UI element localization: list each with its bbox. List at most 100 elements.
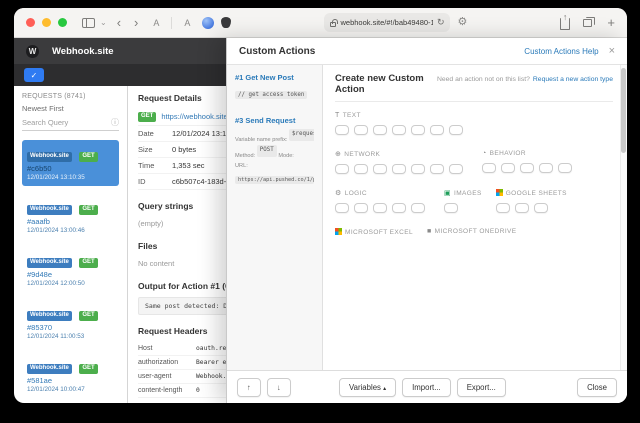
action-type-button[interactable] <box>444 203 458 213</box>
section-buttons <box>482 157 577 178</box>
search-row: ⓘ <box>22 117 119 131</box>
action-type-button[interactable] <box>558 163 572 173</box>
action-type-button[interactable] <box>411 125 425 135</box>
action-type-button[interactable] <box>514 203 529 213</box>
action-type-button[interactable] <box>411 164 425 174</box>
action-url-label: URL: <box>235 162 248 169</box>
app-badge: Webhook.site <box>27 152 72 162</box>
action-type-button[interactable] <box>449 164 463 174</box>
lock-icon <box>330 18 339 27</box>
scrollbar-thumb[interactable] <box>621 68 626 153</box>
method-badge: GET <box>79 152 98 162</box>
detail-value: 0 bytes <box>172 144 197 154</box>
action-type-button[interactable] <box>392 203 406 213</box>
close-window-button[interactable] <box>26 18 35 27</box>
action-type-button[interactable] <box>539 163 553 173</box>
action-type-button[interactable] <box>392 164 406 174</box>
action-type-button[interactable] <box>354 164 368 174</box>
modal-footer: ↑ ↓ Variables ▴ Import... Export... Clos… <box>227 370 627 403</box>
close-button[interactable]: Close <box>577 377 617 397</box>
detail-key: Date <box>138 128 154 138</box>
create-action-header: Create new Custom Action Need an action … <box>335 73 613 102</box>
text-size-large-icon[interactable]: A <box>179 18 195 28</box>
action-type-button[interactable] <box>495 203 510 213</box>
request-id-link[interactable]: #581ae <box>27 376 114 385</box>
info-icon[interactable]: ⓘ <box>111 117 119 128</box>
action-name-link[interactable]: #3 Send Request <box>235 116 314 125</box>
section-label: ◔ BEHAVIOR <box>482 150 526 157</box>
new-tab-icon[interactable]: + <box>607 16 615 29</box>
reload-icon[interactable]: ↻ <box>437 17 445 28</box>
action-section: ◔ BEHAVIOR <box>482 150 577 178</box>
action-type-button[interactable] <box>335 164 349 174</box>
action-type-button[interactable] <box>520 163 534 173</box>
address-bar[interactable]: webhook.site/#!/bab49480-1a9d-4120-88b5-… <box>324 13 451 32</box>
text-size-small-icon[interactable]: A <box>148 18 164 28</box>
verified-check-button[interactable]: ✓ <box>24 68 44 82</box>
request-action-hint: Need an action not on this list? <box>436 76 530 83</box>
action-type-button[interactable] <box>501 163 515 173</box>
request-url-link[interactable]: https://webhook.site/b <box>161 112 234 121</box>
section-label: ■MICROSOFT EXCEL <box>335 228 413 236</box>
search-input[interactable] <box>22 118 102 127</box>
action-type-button[interactable] <box>354 125 368 135</box>
header-key: authorization <box>138 358 179 366</box>
action-type-button[interactable] <box>373 164 387 174</box>
action-type-button[interactable] <box>335 203 349 213</box>
prefix-label: Variable name prefix: <box>235 136 288 143</box>
extensions-gear-icon[interactable]: ⚙ <box>457 17 467 28</box>
section-label: T TEXT <box>335 112 361 119</box>
extension-icon[interactable] <box>202 16 215 29</box>
variables-button[interactable]: Variables ▴ <box>339 377 397 397</box>
tab-overview-icon[interactable] <box>583 16 596 27</box>
request-id-link[interactable]: #85370 <box>27 323 114 332</box>
action-type-button[interactable] <box>449 125 463 135</box>
sort-order-link[interactable]: Newest First <box>22 104 119 113</box>
requests-sidebar: REQUESTS (8741) Newest First ⓘ Webhook.s… <box>14 86 128 403</box>
request-list-item[interactable]: Webhook.site GET #581ae 12/01/2024 10:00… <box>22 352 119 398</box>
modal-scrollbar[interactable] <box>620 65 627 370</box>
custom-actions-modal: Custom Actions Custom Actions Help × #1 … <box>226 38 627 403</box>
action-type-button[interactable] <box>373 125 387 135</box>
shield-extension-icon[interactable] <box>221 17 232 28</box>
action-item-3: #3 Send Request Variable name prefix: $r… <box>235 116 314 189</box>
existing-actions-panel: #1 Get New Post // get access token #3 S… <box>227 65 323 370</box>
action-type-button[interactable] <box>354 203 368 213</box>
custom-actions-help-link[interactable]: Custom Actions Help <box>524 47 598 56</box>
move-up-button[interactable]: ↑ <box>237 377 261 397</box>
request-list-item[interactable]: Webhook.site GET #85370 12/01/2024 11:00… <box>22 299 119 345</box>
request-id-link[interactable]: #c6b50 <box>27 164 114 173</box>
request-timestamp: 12/01/2024 11:00:53 <box>27 333 85 340</box>
request-id-link[interactable]: #9d48e <box>27 270 114 279</box>
method-badge: GET <box>79 258 98 268</box>
move-down-button[interactable]: ↓ <box>267 377 291 397</box>
request-id-link[interactable]: #aaafb <box>27 217 114 226</box>
request-list-item[interactable]: Webhook.site GET #c6b50 12/01/2024 13:10… <box>22 140 119 186</box>
action-type-button[interactable] <box>430 125 444 135</box>
minimize-window-button[interactable] <box>42 18 51 27</box>
action-type-button[interactable] <box>373 203 387 213</box>
action-type-button[interactable] <box>533 203 548 213</box>
export-button[interactable]: Export... <box>456 377 506 397</box>
action-type-button[interactable] <box>392 125 406 135</box>
action-type-button[interactable] <box>335 125 349 135</box>
import-button[interactable]: Import... <box>402 377 451 397</box>
close-icon[interactable]: × <box>609 45 615 57</box>
back-button[interactable]: ‹ <box>114 16 124 29</box>
action-type-button[interactable] <box>411 203 425 213</box>
request-list-item[interactable]: Webhook.site GET #9d48e 12/01/2024 12:00… <box>22 246 119 292</box>
zoom-window-button[interactable] <box>58 18 67 27</box>
action-type-button[interactable] <box>482 163 496 173</box>
chevron-down-icon[interactable]: ⌄ <box>100 18 107 27</box>
forward-button[interactable]: › <box>131 16 141 29</box>
action-name-link[interactable]: #1 Get New Post <box>235 73 314 82</box>
action-section: ⚙ LOGIC <box>335 189 430 218</box>
sidebar-toggle-icon[interactable] <box>82 17 95 28</box>
method-badge: GET <box>138 112 157 122</box>
request-action-link[interactable]: Request a new action type <box>533 76 613 83</box>
share-icon[interactable] <box>560 12 571 30</box>
action-type-button[interactable] <box>430 164 444 174</box>
request-list-item[interactable]: Webhook.site GET #aaafb 12/01/2024 13:00… <box>22 193 119 239</box>
action-section: ▣ IMAGES <box>444 189 482 218</box>
app-brand[interactable]: Webhook.site <box>52 46 114 57</box>
